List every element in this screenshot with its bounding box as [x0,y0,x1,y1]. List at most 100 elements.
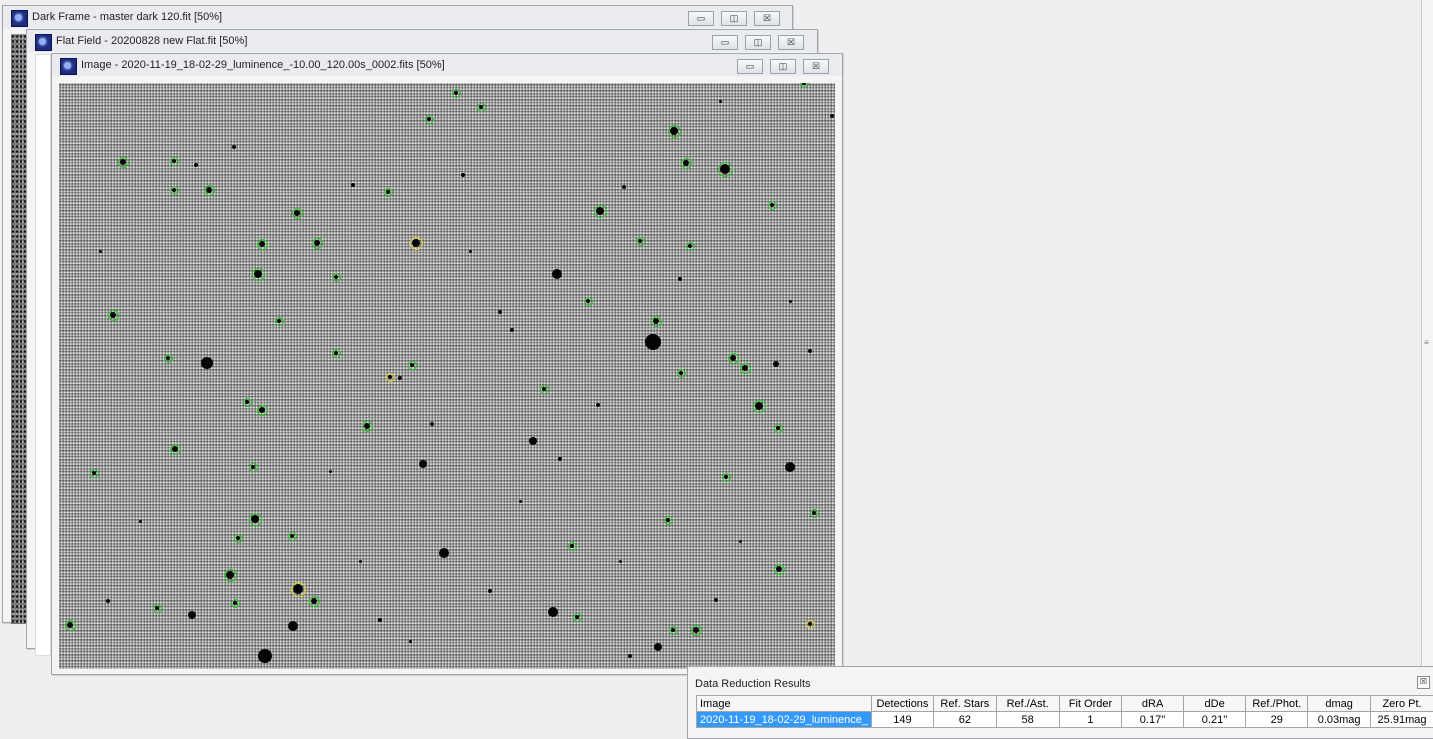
close-button[interactable]: ☒ [754,11,780,26]
cell-image[interactable]: 2020-11-19_18-02-29_luminence_ [697,712,872,728]
minimize-button[interactable]: ▭ [737,59,763,74]
reference-star-marker [636,237,645,246]
col-header-ref-ast[interactable]: Ref./Ast. [996,696,1059,712]
reference-star-marker [164,354,173,363]
flat-field-title: Flat Field - 20200828 new Flat.fit [50%] [56,35,247,47]
results-title: Data Reduction Results [695,678,811,690]
cell-dde[interactable]: 0.21'' [1183,712,1246,728]
cell-dmag[interactable]: 0.03mag [1308,712,1371,728]
reference-star-marker [594,205,607,218]
reference-star-marker [153,604,162,613]
star [808,349,812,353]
close-icon[interactable]: ☒ [1417,676,1430,689]
reference-star-marker [722,473,731,482]
cell-zero-pt[interactable]: 25.91mag [1371,712,1433,728]
reference-star-marker [234,534,243,543]
reference-star-marker [774,424,783,433]
dark-frame-title: Dark Frame - master dark 120.fit [50%] [32,11,222,23]
star [201,357,213,369]
cell-ref-stars[interactable]: 62 [933,712,996,728]
col-header-image[interactable]: Image [697,696,872,712]
star [439,548,449,558]
star [359,560,362,563]
reference-star-marker [332,273,341,282]
star [469,250,472,253]
star [258,649,272,663]
col-header-detections[interactable]: Detections [871,696,933,712]
reference-star-marker [362,421,373,432]
flat-field-titlebar[interactable]: Flat Field - 20200828 new Flat.fit [50%]… [27,30,817,52]
star [654,643,662,651]
star [409,640,412,643]
reference-star-marker [252,268,265,281]
reference-star-marker [669,626,678,635]
star [498,310,502,314]
star [188,611,196,619]
cell-detections[interactable]: 149 [871,712,933,728]
reference-star-marker [332,349,341,358]
star [139,520,142,523]
col-header-ref-stars[interactable]: Ref. Stars [933,696,996,712]
asteroid-marker [806,620,815,629]
reference-star-marker [312,238,323,249]
reference-star-marker [477,103,486,112]
minimize-button[interactable]: ▭ [688,11,714,26]
reference-star-marker [718,162,733,177]
mdi-scrollbar[interactable] [1421,0,1433,737]
col-header-zero-pt[interactable]: Zero Pt. [1371,696,1433,712]
reference-star-marker [108,310,119,321]
close-button[interactable]: ☒ [778,35,804,50]
col-header-fit-order[interactable]: Fit Order [1059,696,1122,712]
cell-ref-ast[interactable]: 58 [996,712,1059,728]
minimize-button[interactable]: ▭ [712,35,738,50]
reference-star-marker [740,363,751,374]
maximize-button[interactable]: ◫ [745,35,771,50]
cell-ref-phot[interactable]: 29 [1246,712,1308,728]
reference-star-marker [204,185,215,196]
col-header-dmag[interactable]: dmag [1308,696,1371,712]
cell-fit-order[interactable]: 1 [1059,712,1122,728]
col-header-dde[interactable]: dDe [1183,696,1246,712]
image-window[interactable]: Image - 2020-11-19_18-02-29_luminence_-1… [51,53,843,675]
cell-dra[interactable]: 0.17'' [1122,712,1184,728]
reference-star-marker [224,569,237,582]
star [378,618,382,622]
star [628,654,632,658]
reference-star-marker [231,599,240,608]
image-titlebar[interactable]: Image - 2020-11-19_18-02-29_luminence_-1… [52,54,842,76]
reference-star-marker [249,463,258,472]
reference-star-marker [651,316,662,327]
star-field-image[interactable] [59,83,835,669]
col-header-dra[interactable]: dRA [1122,696,1184,712]
star [519,500,522,503]
reference-star-marker [691,625,702,636]
maximize-button[interactable]: ◫ [721,11,747,26]
app-icon [35,34,52,51]
flat-field-image[interactable] [35,54,51,656]
reference-star-marker [728,353,739,364]
asteroid-marker [410,237,423,250]
star [398,376,402,380]
close-button[interactable]: ☒ [803,59,829,74]
reference-star-marker [753,400,766,413]
star [488,589,492,593]
star [678,277,682,281]
image-title: Image - 2020-11-19_18-02-29_luminence_-1… [81,59,445,71]
star [106,599,110,603]
reference-star-marker [540,385,549,394]
app-icon [11,10,28,27]
reference-star-marker [452,89,461,98]
reference-star-marker [573,613,582,622]
asteroid-marker [386,373,395,382]
reference-star-marker [668,125,681,138]
col-header-ref-phot[interactable]: Ref./Phot. [1246,696,1308,712]
reference-star-marker [243,398,252,407]
maximize-button[interactable]: ◫ [770,59,796,74]
reference-star-marker [90,469,99,478]
dark-frame-titlebar[interactable]: Dark Frame - master dark 120.fit [50%] ▭… [3,6,792,28]
star [430,422,434,426]
reference-star-marker [568,542,577,551]
star [232,145,236,149]
reference-star-marker [65,620,76,631]
table-row[interactable]: 2020-11-19_18-02-29_luminence_ 149 62 58… [697,712,1433,728]
